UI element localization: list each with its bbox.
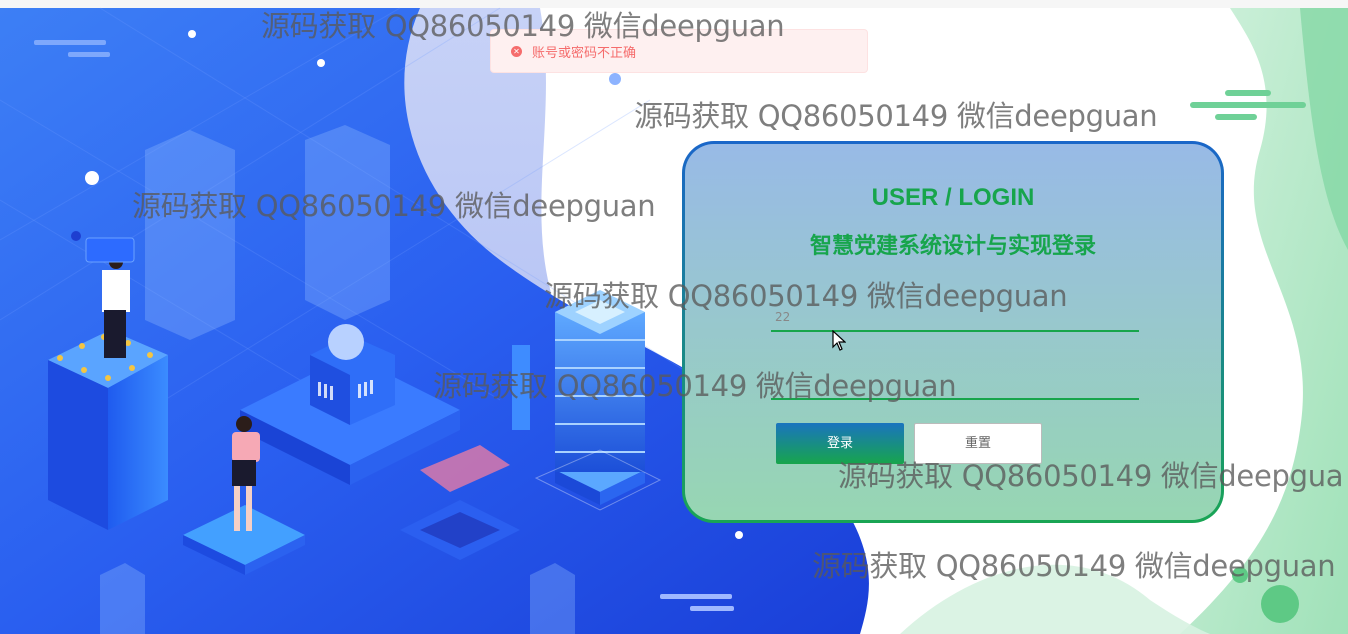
login-title-cn: 智慧党建系统设计与实现登录: [809, 234, 1096, 259]
error-circle-icon: ✕: [511, 45, 522, 57]
login-button[interactable]: 登录: [776, 423, 904, 464]
error-alert: ✕ 账号或密码不正确: [490, 29, 868, 73]
mouse-pointer-icon: [832, 330, 846, 351]
reset-button[interactable]: 重置: [914, 423, 1042, 464]
password-input[interactable]: [771, 372, 1139, 400]
alert-message: 账号或密码不正确: [532, 45, 637, 61]
username-input[interactable]: [771, 304, 1139, 332]
login-card: USER / LOGIN 智慧党建系统设计与实现登录 登录 重置: [682, 141, 1224, 523]
login-title-en: USER / LOGIN: [871, 184, 1035, 211]
